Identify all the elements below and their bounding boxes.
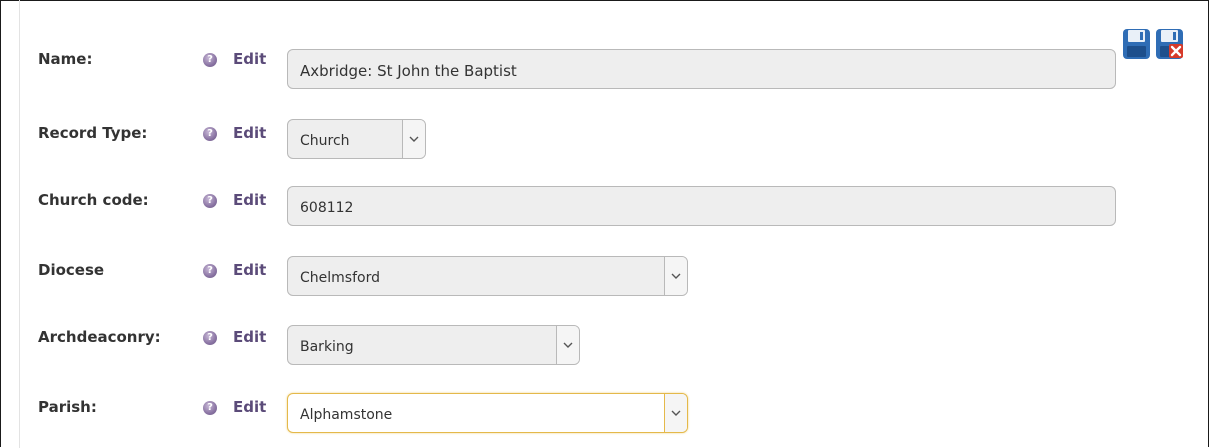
church-code-field[interactable]: 608112 (287, 186, 1116, 226)
panel-divider (19, 0, 20, 448)
help-icon[interactable]: ? (203, 194, 217, 208)
edit-link[interactable]: Edit (233, 328, 266, 346)
name-field[interactable]: Axbridge: St John the Baptist (287, 49, 1116, 89)
parish-select[interactable]: Alphamstone (287, 393, 688, 433)
diocese-value: Chelmsford (300, 270, 380, 286)
help-icon[interactable]: ? (203, 331, 217, 345)
chevron-down-icon[interactable] (664, 257, 687, 295)
edit-link[interactable]: Edit (233, 124, 266, 142)
save-cancel-icon[interactable] (1155, 28, 1184, 60)
field-label: Parish: (38, 398, 97, 416)
name-field-value: Axbridge: St John the Baptist (300, 62, 517, 80)
archdeaconry-select[interactable]: Barking (287, 325, 580, 365)
field-label: Record Type: (38, 124, 148, 142)
help-icon[interactable]: ? (203, 127, 217, 141)
edit-link[interactable]: Edit (233, 261, 266, 279)
chevron-down-icon[interactable] (556, 326, 579, 364)
edit-link[interactable]: Edit (233, 191, 266, 209)
edit-link[interactable]: Edit (233, 50, 266, 68)
diocese-select[interactable]: Chelmsford (287, 256, 688, 296)
help-icon[interactable]: ? (203, 401, 217, 415)
archdeaconry-value: Barking (300, 339, 354, 355)
field-label: Church code: (38, 191, 149, 209)
save-icon[interactable] (1122, 28, 1151, 60)
church-code-value: 608112 (300, 200, 354, 216)
field-label: Name: (38, 50, 93, 68)
field-label: Archdeaconry: (38, 328, 161, 346)
record-type-select[interactable]: Church (287, 119, 426, 159)
help-icon[interactable]: ? (203, 53, 217, 67)
edit-link[interactable]: Edit (233, 398, 266, 416)
chevron-down-icon[interactable] (664, 394, 687, 432)
parish-value: Alphamstone (300, 407, 393, 423)
field-label: Diocese (38, 261, 105, 279)
help-icon[interactable]: ? (203, 264, 217, 278)
chevron-down-icon[interactable] (402, 120, 425, 158)
toolbar (1122, 28, 1184, 60)
record-type-value: Church (300, 133, 350, 149)
